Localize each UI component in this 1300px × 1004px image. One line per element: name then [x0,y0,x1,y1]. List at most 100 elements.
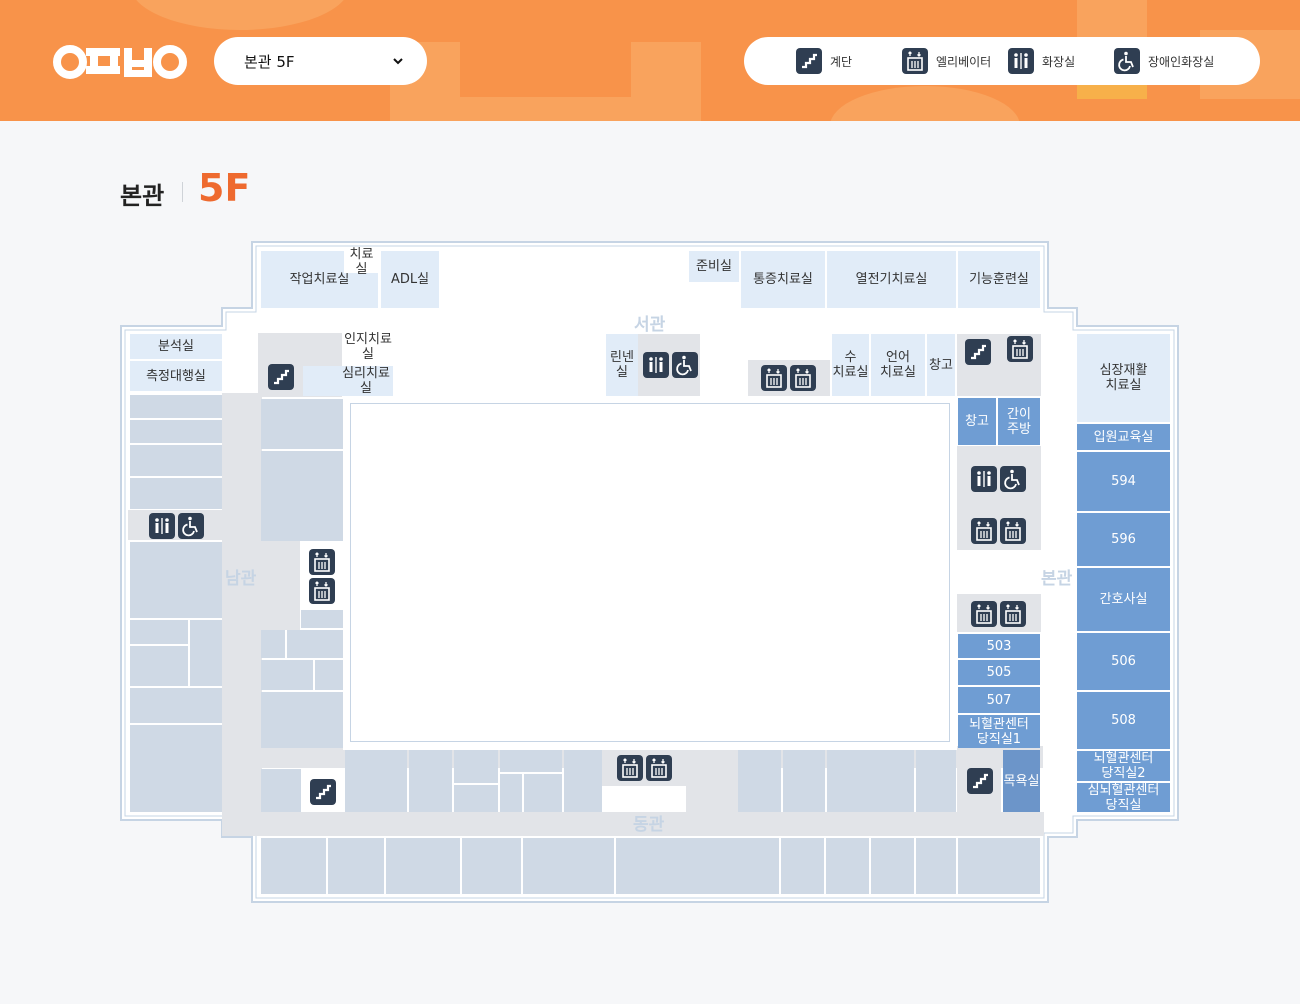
room-block[interactable] [261,692,343,748]
elevator-icon[interactable] [617,755,643,781]
elevator-icon[interactable] [646,755,672,781]
room-speech-therapy[interactable]: 언어 치료실 [871,334,925,396]
room-block[interactable] [826,838,869,894]
room-linen[interactable]: 린넨실 [606,334,638,396]
room-psych-therapy[interactable]: 심리치료실 [303,366,393,396]
room-label: 594 [1111,474,1136,489]
room-bathroom[interactable]: 목욕실 [1003,750,1040,812]
room-block[interactable] [500,774,522,812]
room-storage[interactable]: 창고 [958,398,996,445]
room-block[interactable] [261,451,343,541]
room-block[interactable] [616,838,779,894]
room-block[interactable] [524,774,562,812]
room-thermo-therapy[interactable]: 열전기치료실 [827,251,956,308]
room-block[interactable] [130,445,222,476]
room-nurse-station[interactable]: 간호사실 [1077,568,1170,631]
accessible-restroom-icon[interactable] [672,352,698,378]
room-label: 창고 [965,414,989,429]
room-block[interactable] [827,750,914,812]
room-block[interactable] [130,542,222,618]
restroom-icon[interactable] [643,352,669,378]
room-block[interactable] [301,610,343,628]
elevator-icon[interactable] [1007,336,1033,362]
room-block[interactable] [130,725,222,812]
room-cognitive-therapy[interactable]: 인지치료실 [343,332,393,362]
room-block[interactable] [783,750,825,812]
stairs-icon[interactable] [967,768,993,794]
restroom-icon[interactable] [971,466,997,492]
stairs-icon[interactable] [268,364,294,390]
room-block[interactable] [462,838,521,894]
room-596[interactable]: 596 [1077,513,1170,566]
room-block[interactable] [261,630,285,658]
room-block[interactable] [130,395,222,418]
room-prep[interactable]: 준비실 [689,251,739,282]
room-block[interactable] [564,750,602,812]
room-storage[interactable]: 창고 [927,334,955,396]
room-block[interactable] [261,660,313,690]
elevator-icon[interactable] [971,518,997,544]
room-block[interactable] [781,838,824,894]
room-label: 수 치료실 [832,350,869,380]
room-stroke-duty-2[interactable]: 뇌혈관센터 당직실2 [1077,751,1170,781]
room-block[interactable] [130,420,222,443]
room-label: 인지치료실 [344,332,392,362]
room-block[interactable] [261,769,301,812]
room-analysis[interactable]: 분석실 [130,334,222,359]
room-block[interactable] [130,688,222,723]
room-stroke-duty-1[interactable]: 뇌혈관센터 당직실1 [958,715,1040,748]
room-block[interactable] [130,478,222,509]
room-block[interactable] [328,838,384,894]
room-cardiac-rehab[interactable]: 심장재활 치료실 [1077,334,1170,422]
room-507[interactable]: 507 [958,687,1040,713]
room-block[interactable] [409,750,452,812]
room-block[interactable] [916,750,956,812]
room-kitchenette[interactable]: 간이 주방 [998,398,1040,445]
room-block[interactable] [500,750,562,772]
room-label: 창고 [929,357,953,373]
elevator-icon[interactable] [309,578,335,604]
room-water-therapy[interactable]: 수 치료실 [832,334,869,396]
room-block[interactable] [345,750,407,812]
room-measurement[interactable]: 측정대행실 [130,361,222,391]
room-block[interactable] [958,838,1040,894]
room-block[interactable] [130,646,188,686]
elevator-icon[interactable] [790,365,816,391]
room-block[interactable] [287,630,343,658]
elevator-icon[interactable] [309,549,335,575]
room-therapy[interactable]: 치료실 [344,247,379,277]
room-block[interactable] [454,750,498,783]
accessible-restroom-icon[interactable] [1000,466,1026,492]
accessible-restroom-icon[interactable] [178,513,204,539]
room-cardio-duty[interactable]: 심뇌혈관센터 당직실 [1077,783,1170,813]
room-block[interactable] [261,399,343,449]
corridor [957,594,1041,632]
elevator-icon[interactable] [1000,518,1026,544]
room-inpatient-edu[interactable]: 입원교육실 [1077,424,1170,450]
stairs-icon[interactable] [310,779,336,805]
elevator-icon[interactable] [971,601,997,627]
room-block[interactable] [738,750,781,812]
room-function-training[interactable]: 기능훈련실 [958,251,1040,308]
room-block[interactable] [130,620,188,644]
room-block[interactable] [261,838,326,894]
room-block[interactable] [523,838,614,894]
elevator-icon[interactable] [1000,601,1026,627]
room-505[interactable]: 505 [958,660,1040,685]
room-block[interactable] [315,660,343,690]
room-block[interactable] [386,838,460,894]
stairs-icon[interactable] [965,339,991,365]
elevator-icon[interactable] [761,365,787,391]
room-508[interactable]: 508 [1077,692,1170,749]
restroom-icon[interactable] [149,513,175,539]
room-label: 열전기치료실 [855,272,928,287]
room-506[interactable]: 506 [1077,633,1170,690]
room-pain-therapy[interactable]: 통증치료실 [741,251,825,308]
room-block[interactable] [916,838,956,894]
room-block[interactable] [871,838,914,894]
room-block[interactable] [454,785,498,812]
room-block[interactable] [190,620,222,686]
room-594[interactable]: 594 [1077,452,1170,511]
room-503[interactable]: 503 [958,634,1040,658]
room-adl[interactable]: ADL실 [381,251,439,308]
